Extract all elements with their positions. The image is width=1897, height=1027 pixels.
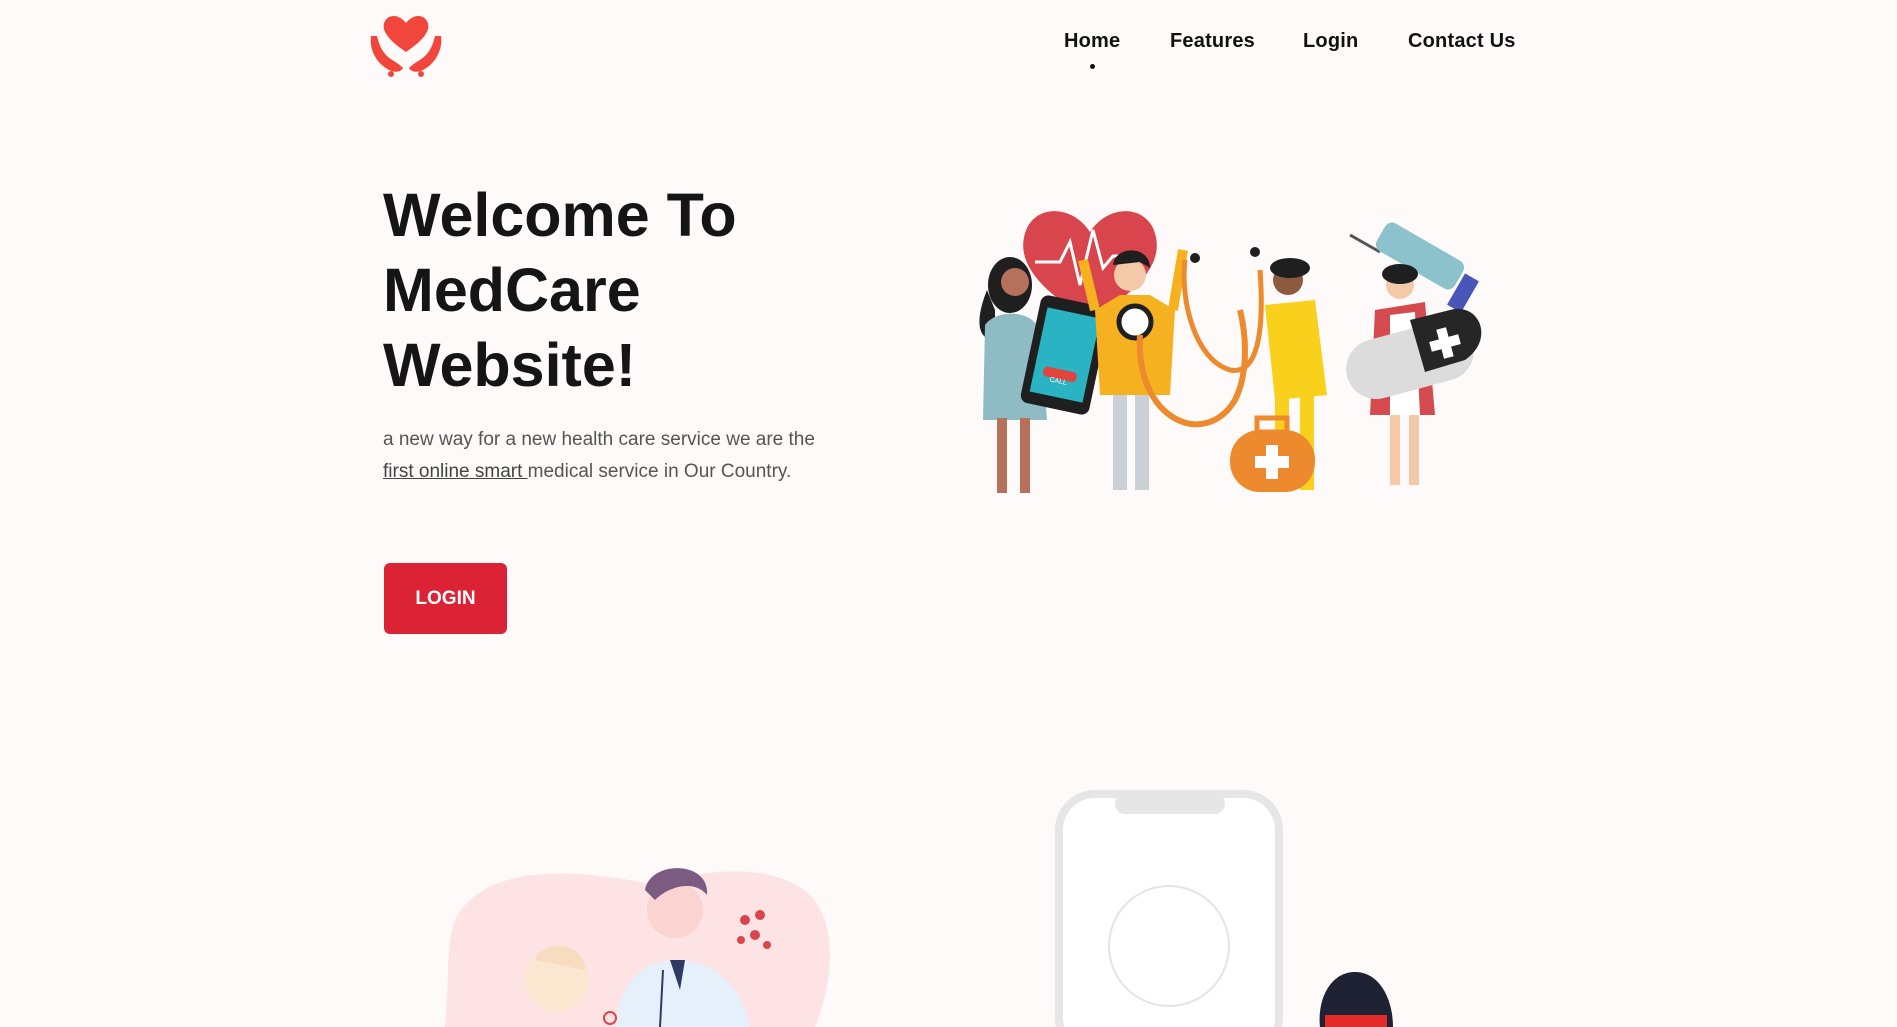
nav-login-link[interactable]: Login [1303, 30, 1358, 53]
medcare-logo[interactable] [367, 10, 445, 78]
syringe-icon [1349, 222, 1479, 313]
hero-title: Welcome To MedCare Website! [383, 178, 863, 403]
active-indicator-dot [1090, 64, 1096, 69]
hero-subtitle: a new way for a new health care service … [383, 424, 823, 488]
hero-login-button[interactable]: LOGIN [384, 563, 507, 634]
hero-title-line1: Welcome To [383, 181, 737, 249]
hero-subtitle-text-end: medical service in Our Country. [527, 461, 792, 482]
hero-subtitle-link[interactable]: first online smart [383, 461, 528, 482]
nav-home-link[interactable]: Home [1064, 30, 1121, 69]
nav-contact-link[interactable]: Contact Us [1408, 30, 1516, 53]
hero-subtitle-text: a new way for a new health care service … [383, 429, 815, 450]
hero-title-line3: Website! [383, 331, 637, 399]
healthcare-team-illustration: CALL [979, 211, 1482, 493]
heart-hands-icon [370, 15, 442, 77]
phone-mockup-illustration [1055, 790, 1393, 1027]
nav-home-label: Home [1064, 30, 1121, 52]
nav-features-link[interactable]: Features [1170, 30, 1255, 53]
hero-title-line2: MedCare [383, 256, 641, 324]
doctor-patient-illustration [445, 868, 830, 1027]
